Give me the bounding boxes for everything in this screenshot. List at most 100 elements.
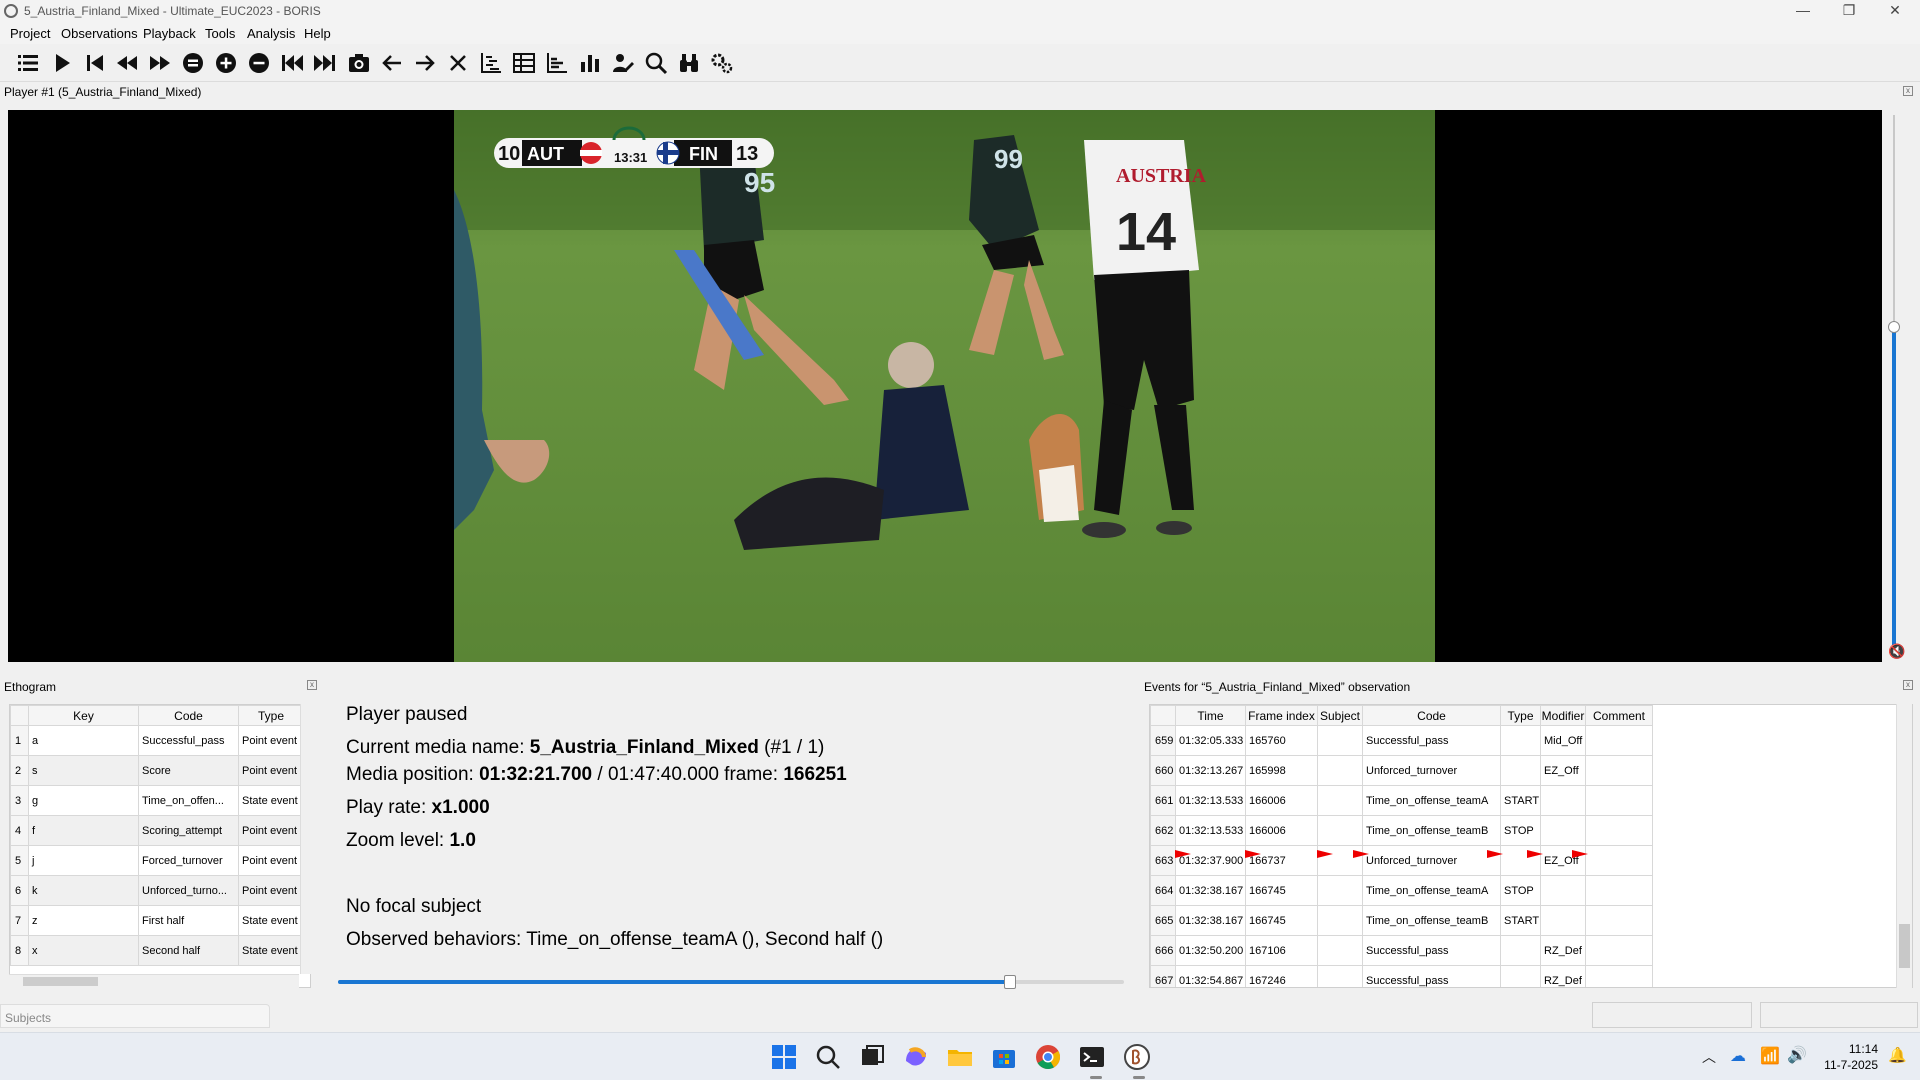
event-cell-time[interactable]: 01:32:13.533 — [1175, 785, 1246, 816]
event-cell-code[interactable]: Successful_pass — [1362, 965, 1501, 987]
event-cell-frame[interactable]: 167246 — [1245, 965, 1318, 987]
event-cell-code[interactable]: Time_on_offense_teamB — [1362, 815, 1501, 846]
events-dock-close-icon[interactable]: x — [1903, 680, 1913, 690]
event-cell-code[interactable]: Unforced_turnover — [1362, 755, 1501, 786]
event-cell-comment[interactable] — [1585, 905, 1653, 936]
ethogram-cell-type[interactable]: Point event — [238, 755, 304, 786]
event-cell-code[interactable]: Time_on_offense_teamA — [1362, 785, 1501, 816]
snapshot-icon[interactable] — [345, 50, 373, 76]
event-cell-comment[interactable] — [1585, 815, 1653, 846]
event-row[interactable]: 665 01:32:38.167 166745 Time_on_offense_tea… — [1150, 905, 1653, 936]
ethogram-row[interactable]: 3 g Time_on_offen... State event — [10, 785, 304, 816]
event-cell-modifier[interactable]: EZ_Off — [1540, 755, 1586, 786]
rewind-icon[interactable] — [113, 50, 141, 76]
ethogram-cell-n[interactable]: 8 — [10, 935, 29, 966]
column-type[interactable]: Type — [238, 705, 304, 726]
event-row[interactable]: 664 01:32:38.167 166745 Time_on_offense_tea… — [1150, 875, 1653, 906]
menu-playback[interactable]: Playback — [143, 26, 196, 41]
ethogram-cell-n[interactable]: 6 — [10, 875, 29, 906]
ethogram-cell-type[interactable]: Point event — [238, 875, 304, 906]
event-row[interactable]: 666 01:32:50.200 167106 Successful_pass RZ_D… — [1150, 935, 1653, 966]
menu-tools[interactable]: Tools — [205, 26, 235, 41]
column-comment[interactable]: Comment — [1585, 705, 1653, 726]
event-cell-frame[interactable]: 165760 — [1245, 725, 1318, 756]
media-position-slider[interactable] — [338, 975, 1124, 989]
column-time[interactable]: Time — [1175, 705, 1246, 726]
event-cell-comment[interactable] — [1585, 935, 1653, 966]
event-cell-frame[interactable]: 166745 — [1245, 875, 1318, 906]
ethogram-cell-n[interactable]: 2 — [10, 755, 29, 786]
event-cell-n[interactable]: 661 — [1150, 785, 1176, 816]
event-cell-n[interactable]: 663 — [1150, 845, 1176, 876]
event-cell-frame[interactable]: 167106 — [1245, 935, 1318, 966]
ethogram-dock-close-icon[interactable]: x — [307, 680, 317, 690]
speed-up-icon[interactable] — [212, 50, 240, 76]
volume-icon[interactable]: 🔊 — [1787, 1045, 1807, 1065]
ethogram-cell-key[interactable]: k — [28, 875, 139, 906]
jump-start-icon[interactable] — [278, 50, 306, 76]
ethogram-cell-type[interactable]: State event — [238, 935, 304, 966]
event-cell-n[interactable]: 666 — [1150, 935, 1176, 966]
fast-forward-icon[interactable] — [146, 50, 174, 76]
settings-icon[interactable] — [708, 50, 736, 76]
event-cell-time[interactable]: 01:32:38.167 — [1175, 905, 1246, 936]
event-cell-comment[interactable] — [1585, 875, 1653, 906]
event-cell-n[interactable]: 660 — [1150, 755, 1176, 786]
edit-events-icon[interactable] — [609, 50, 637, 76]
ethogram-cell-n[interactable]: 7 — [10, 905, 29, 936]
ethogram-scrollbar-thumb[interactable] — [23, 977, 98, 986]
menu-observations[interactable]: Observations — [61, 26, 138, 41]
column-event-code[interactable]: Code — [1362, 705, 1501, 726]
event-cell-time[interactable]: 01:32:50.200 — [1175, 935, 1246, 966]
previous-media-icon[interactable] — [81, 50, 109, 76]
volume-slider-handle[interactable] — [1888, 321, 1900, 333]
wifi-icon[interactable]: 📶 — [1760, 1046, 1780, 1066]
ethogram-vertical-scrollbar[interactable] — [300, 704, 311, 974]
ethogram-cell-type[interactable]: Point event — [238, 845, 304, 876]
task-view-icon[interactable] — [858, 1043, 886, 1071]
play-icon[interactable] — [48, 50, 76, 76]
ethogram-row[interactable]: 4 f Scoring_attempt Point event — [10, 815, 304, 846]
video-frame[interactable]: 10 AUT 13:31 FIN 13 95 99 AUSTRIA 14 — [454, 110, 1435, 662]
event-cell-time[interactable]: 01:32:13.267 — [1175, 755, 1246, 786]
column-code[interactable]: Code — [138, 705, 239, 726]
event-cell-code[interactable]: Successful_pass — [1362, 935, 1501, 966]
slow-down-icon[interactable] — [245, 50, 273, 76]
menu-project[interactable]: Project — [10, 26, 50, 41]
boris-icon[interactable] — [1123, 1043, 1151, 1071]
events-scrollbar-thumb[interactable] — [1899, 924, 1910, 968]
plot-icon[interactable] — [543, 50, 571, 76]
event-row[interactable]: 667 01:32:54.867 167246 Successful_pass RZ_D… — [1150, 965, 1653, 987]
column-key[interactable]: Key — [28, 705, 139, 726]
event-cell-frame[interactable]: 166745 — [1245, 905, 1318, 936]
file-explorer-icon[interactable] — [946, 1043, 974, 1071]
ethogram-cell-key[interactable]: z — [28, 905, 139, 936]
event-cell-modifier[interactable] — [1540, 815, 1586, 846]
column-subject[interactable]: Subject — [1317, 705, 1363, 726]
find-icon[interactable] — [642, 50, 670, 76]
notifications-icon[interactable]: 🔔 — [1888, 1046, 1907, 1064]
event-cell-time[interactable]: 01:32:38.167 — [1175, 875, 1246, 906]
event-cell-modifier[interactable]: Mid_Off — [1540, 725, 1586, 756]
event-row[interactable]: 659 01:32:05.333 165760 Successful_pass Mid_… — [1150, 725, 1653, 756]
event-cell-comment[interactable] — [1585, 965, 1653, 987]
ethogram-cell-type[interactable]: State event — [238, 785, 304, 816]
store-icon[interactable] — [990, 1043, 1018, 1071]
event-cell-subject[interactable] — [1317, 905, 1363, 936]
minimize-button[interactable]: — — [1780, 0, 1826, 22]
restore-button[interactable]: ❐ — [1826, 0, 1872, 22]
event-cell-time[interactable]: 01:32:54.867 — [1175, 965, 1246, 987]
event-row[interactable]: 662 01:32:13.533 166006 Time_on_offense_tea… — [1150, 815, 1653, 846]
ethogram-row[interactable]: 2 s Score Point event — [10, 755, 304, 786]
event-cell-modifier[interactable]: RZ_Def — [1540, 935, 1586, 966]
event-cell-comment[interactable] — [1585, 725, 1653, 756]
ethogram-cell-type[interactable]: Point event — [238, 725, 304, 756]
event-cell-modifier[interactable]: RZ_Def — [1540, 965, 1586, 987]
chrome-icon[interactable] — [1034, 1043, 1062, 1071]
ethogram-cell-code[interactable]: First half — [138, 905, 239, 936]
event-row[interactable]: 660 01:32:13.267 165998 Unforced_turnover EZ… — [1150, 755, 1653, 786]
ethogram-cell-key[interactable]: s — [28, 755, 139, 786]
event-cell-time[interactable]: 01:32:05.333 — [1175, 725, 1246, 756]
list-icon[interactable] — [14, 50, 42, 76]
mute-icon[interactable]: 🔇 — [1888, 643, 1905, 660]
